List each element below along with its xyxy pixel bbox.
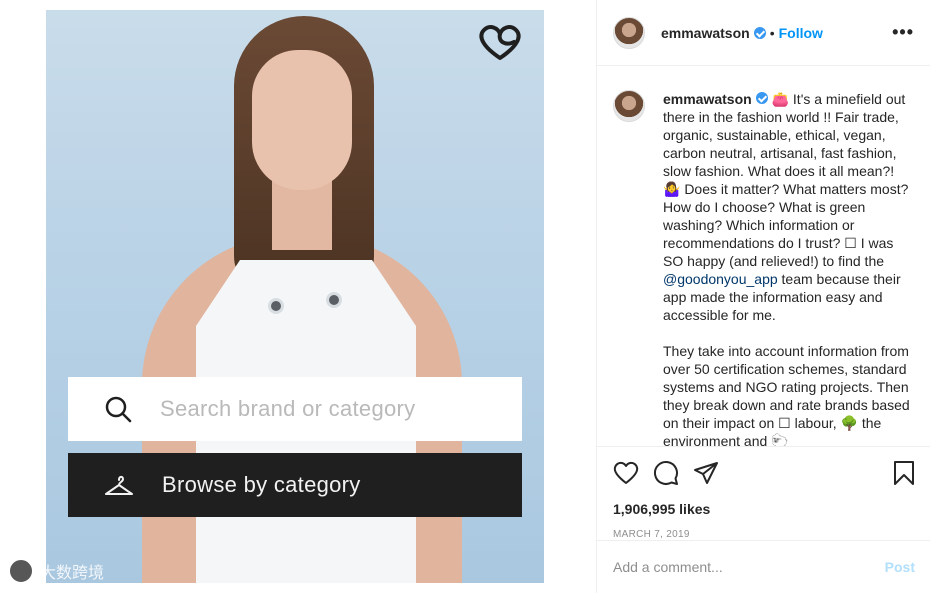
post-comment-button[interactable]: Post [885,559,915,575]
more-options-button[interactable]: ••• [892,22,914,43]
save-bookmark-icon[interactable] [893,460,915,486]
verified-badge-icon [753,26,766,39]
post-header: emmawatson • Follow ••• [597,0,930,66]
post-media-pane: Search brand or category Browse by categ… [0,0,596,593]
watermark: 大数跨境 [8,558,104,584]
share-paper-plane-icon[interactable] [693,461,719,485]
header-separator: • [769,24,775,41]
overlay-search-bar: Search brand or category [68,377,522,441]
heart-logo-icon [479,25,521,60]
caption-paragraph-2: They take into account information from … [663,343,910,446]
comment-bar: Post [597,540,930,593]
overlay-search-text: Search brand or category [160,396,416,421]
photo-figure-face [252,50,352,190]
search-icon [105,396,132,423]
garment-button-right [326,292,342,308]
likes-count[interactable]: 1,906,995 likes [613,501,915,517]
avatar[interactable] [613,16,645,49]
like-heart-icon[interactable] [613,461,639,485]
overlay-browse-bar: Browse by category [68,453,522,517]
watermark-text: 大数跨境 [40,565,105,582]
caption-area[interactable]: emmawatson 👛 It's a minefield out there … [597,66,930,446]
caption-avatar[interactable] [613,90,645,122]
hanger-icon [105,475,133,495]
post-date[interactable]: MARCH 7, 2019 [613,529,915,540]
caption-username[interactable]: emmawatson [663,91,752,107]
overlay-browse-text: Browse by category [162,472,361,497]
caption-verified-badge-icon [755,92,768,104]
follow-button[interactable]: Follow [779,25,823,41]
post-photo[interactable]: Search brand or category Browse by categ… [46,10,544,583]
header-username[interactable]: emmawatson [661,25,750,41]
comment-input[interactable] [613,559,885,575]
caption-text: emmawatson 👛 It's a minefield out there … [663,90,915,446]
caption-body-1: 👛 It's a minefield out there in the fash… [663,91,909,269]
watermark-logo-icon [8,558,34,584]
comment-bubble-icon[interactable] [653,460,679,486]
caption-mention-link[interactable]: @goodonyou_app [663,271,778,287]
actions-area: 1,906,995 likes MARCH 7, 2019 [597,446,930,540]
photo-figure-neck [272,180,332,250]
garment-button-left [268,298,284,314]
action-icons-row [613,457,915,489]
post-details-pane: emmawatson • Follow ••• emmawatson 👛 It'… [596,0,930,593]
